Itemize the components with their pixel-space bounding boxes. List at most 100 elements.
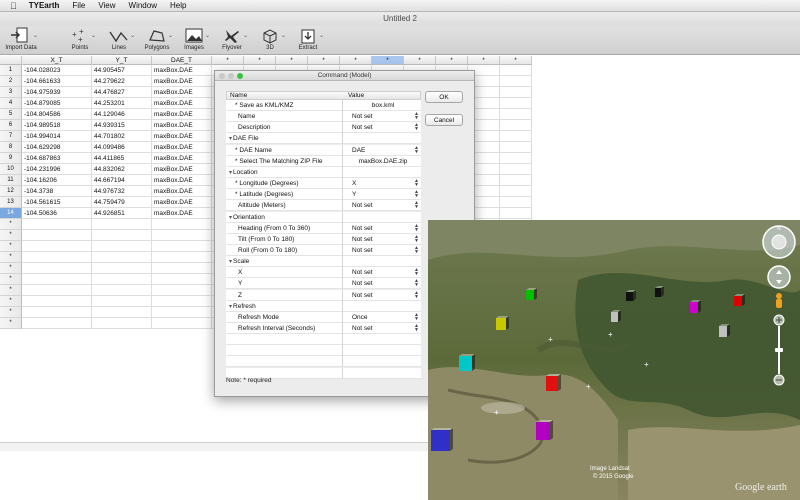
points-button[interactable]: + + + ⌄ Points bbox=[64, 26, 96, 55]
property-value-select[interactable]: Not set ▲ ▼ bbox=[345, 323, 421, 334]
table-cell[interactable] bbox=[500, 142, 532, 153]
table-cell[interactable] bbox=[500, 65, 532, 76]
table-cell[interactable] bbox=[152, 285, 212, 296]
property-row[interactable]: Refresh Mode Once ▲ ▼ bbox=[226, 311, 421, 323]
property-value-text[interactable]: box.kml bbox=[345, 100, 421, 111]
pegman-icon[interactable] bbox=[773, 292, 785, 310]
property-value-text[interactable]: maxBox.DAE.zip bbox=[345, 156, 421, 167]
column-header[interactable]: X_T bbox=[22, 56, 92, 65]
table-cell[interactable]: 44.976732 bbox=[92, 186, 152, 197]
table-cell[interactable]: maxBox.DAE bbox=[152, 109, 212, 120]
row-header[interactable]: 12 bbox=[0, 186, 22, 197]
updown-arrows-icon[interactable]: ▲ ▼ bbox=[414, 190, 419, 199]
zoom-slider[interactable] bbox=[772, 314, 786, 386]
row-header[interactable]: * bbox=[0, 307, 22, 318]
earth-map-view[interactable]: + + + + + Image Landsat © 2015 Google Google… bbox=[428, 220, 800, 500]
row-header[interactable]: * bbox=[0, 274, 22, 285]
images-button[interactable]: ⌄ Images bbox=[178, 26, 210, 55]
table-cell[interactable] bbox=[500, 76, 532, 87]
table-cell[interactable]: -104.975939 bbox=[22, 87, 92, 98]
table-cell[interactable] bbox=[500, 131, 532, 142]
table-cell[interactable] bbox=[152, 318, 212, 329]
table-cell[interactable] bbox=[92, 219, 152, 230]
table-cell[interactable] bbox=[92, 296, 152, 307]
table-cell[interactable] bbox=[92, 241, 152, 252]
point-marker-icon[interactable]: + bbox=[494, 408, 499, 417]
disclosure-triangle-icon[interactable]: ▾ bbox=[229, 215, 232, 221]
table-cell[interactable]: -104.804586 bbox=[22, 109, 92, 120]
3d-box-model[interactable] bbox=[655, 286, 665, 298]
table-cell[interactable]: -104.16206 bbox=[22, 175, 92, 186]
property-value-select[interactable]: Not set ▲ ▼ bbox=[345, 234, 421, 245]
property-row-empty[interactable] bbox=[226, 345, 421, 357]
table-cell[interactable] bbox=[500, 109, 532, 120]
property-row[interactable]: Name Not set ▲ ▼ bbox=[226, 111, 421, 123]
column-header[interactable]: * bbox=[404, 56, 436, 65]
sheet-corner[interactable] bbox=[0, 56, 22, 65]
table-cell[interactable] bbox=[500, 98, 532, 109]
table-cell[interactable] bbox=[22, 219, 92, 230]
table-cell[interactable] bbox=[152, 219, 212, 230]
table-cell[interactable]: maxBox.DAE bbox=[152, 153, 212, 164]
import-data-button[interactable]: ⌄ Import Data bbox=[3, 26, 39, 55]
row-header[interactable]: 5 bbox=[0, 109, 22, 120]
table-cell[interactable]: maxBox.DAE bbox=[152, 65, 212, 76]
table-cell[interactable] bbox=[152, 296, 212, 307]
point-marker-icon[interactable]: + bbox=[586, 382, 591, 391]
table-cell[interactable] bbox=[22, 296, 92, 307]
3d-box-model[interactable] bbox=[719, 324, 731, 338]
row-header[interactable]: 4 bbox=[0, 98, 22, 109]
table-cell[interactable] bbox=[500, 208, 532, 219]
point-marker-icon[interactable]: + bbox=[548, 335, 553, 344]
table-cell[interactable] bbox=[92, 285, 152, 296]
table-cell[interactable] bbox=[500, 87, 532, 98]
column-header[interactable]: Y_T bbox=[92, 56, 152, 65]
menu-help[interactable]: Help bbox=[170, 0, 186, 12]
table-cell[interactable]: -104.661633 bbox=[22, 76, 92, 87]
row-header[interactable]: * bbox=[0, 318, 22, 329]
value-column-header[interactable]: Value bbox=[348, 92, 364, 100]
property-value-select[interactable]: Not set ▲ ▼ bbox=[345, 290, 421, 301]
table-cell[interactable] bbox=[92, 263, 152, 274]
table-cell[interactable] bbox=[92, 318, 152, 329]
property-row[interactable]: Roll (From 0 To 180) Not set ▲ ▼ bbox=[226, 244, 421, 256]
3d-button[interactable]: ⌄ 3D bbox=[254, 26, 286, 55]
menu-view[interactable]: View bbox=[98, 0, 115, 12]
table-cell[interactable] bbox=[22, 241, 92, 252]
property-row-empty[interactable] bbox=[226, 356, 421, 368]
table-cell[interactable]: maxBox.DAE bbox=[152, 208, 212, 219]
row-header[interactable]: * bbox=[0, 219, 22, 230]
apple-icon[interactable]:  bbox=[10, 0, 17, 12]
property-row[interactable]: Tilt (From 0 To 180) Not set ▲ ▼ bbox=[226, 233, 421, 245]
table-cell[interactable]: -104.561615 bbox=[22, 197, 92, 208]
property-value-select[interactable]: X ▲ ▼ bbox=[345, 178, 421, 189]
updown-arrows-icon[interactable]: ▲ ▼ bbox=[414, 279, 419, 288]
table-cell[interactable] bbox=[152, 274, 212, 285]
polygons-button[interactable]: ⌄ Polygons bbox=[141, 26, 173, 55]
row-header[interactable]: 1 bbox=[0, 65, 22, 76]
horizontal-scrollbar[interactable] bbox=[0, 442, 428, 451]
table-cell[interactable] bbox=[152, 230, 212, 241]
3d-box-model[interactable] bbox=[611, 310, 622, 323]
flyover-button[interactable]: ⌄ Flyover bbox=[216, 26, 248, 55]
disclosure-triangle-icon[interactable]: ▾ bbox=[229, 259, 232, 265]
table-cell[interactable] bbox=[152, 252, 212, 263]
table-cell[interactable]: 44.939315 bbox=[92, 120, 152, 131]
property-section[interactable]: ▾DAE File bbox=[226, 133, 421, 145]
table-cell[interactable] bbox=[22, 318, 92, 329]
row-header[interactable]: * bbox=[0, 230, 22, 241]
ok-button[interactable]: OK bbox=[425, 91, 463, 103]
table-cell[interactable]: maxBox.DAE bbox=[152, 76, 212, 87]
updown-arrows-icon[interactable]: ▲ ▼ bbox=[414, 179, 419, 188]
column-header[interactable]: * bbox=[340, 56, 372, 65]
3d-box-model[interactable] bbox=[546, 374, 562, 392]
row-header[interactable]: 9 bbox=[0, 153, 22, 164]
3d-box-model[interactable] bbox=[690, 300, 702, 314]
table-cell[interactable]: 44.129046 bbox=[92, 109, 152, 120]
name-column-header[interactable]: Name bbox=[230, 92, 247, 100]
property-section[interactable]: ▾Orientation bbox=[226, 211, 421, 223]
table-cell[interactable] bbox=[22, 274, 92, 285]
row-header[interactable]: 7 bbox=[0, 131, 22, 142]
property-row[interactable]: * Save as KML/KMZ box.kml bbox=[226, 100, 421, 111]
updown-arrows-icon[interactable]: ▲ ▼ bbox=[414, 123, 419, 132]
